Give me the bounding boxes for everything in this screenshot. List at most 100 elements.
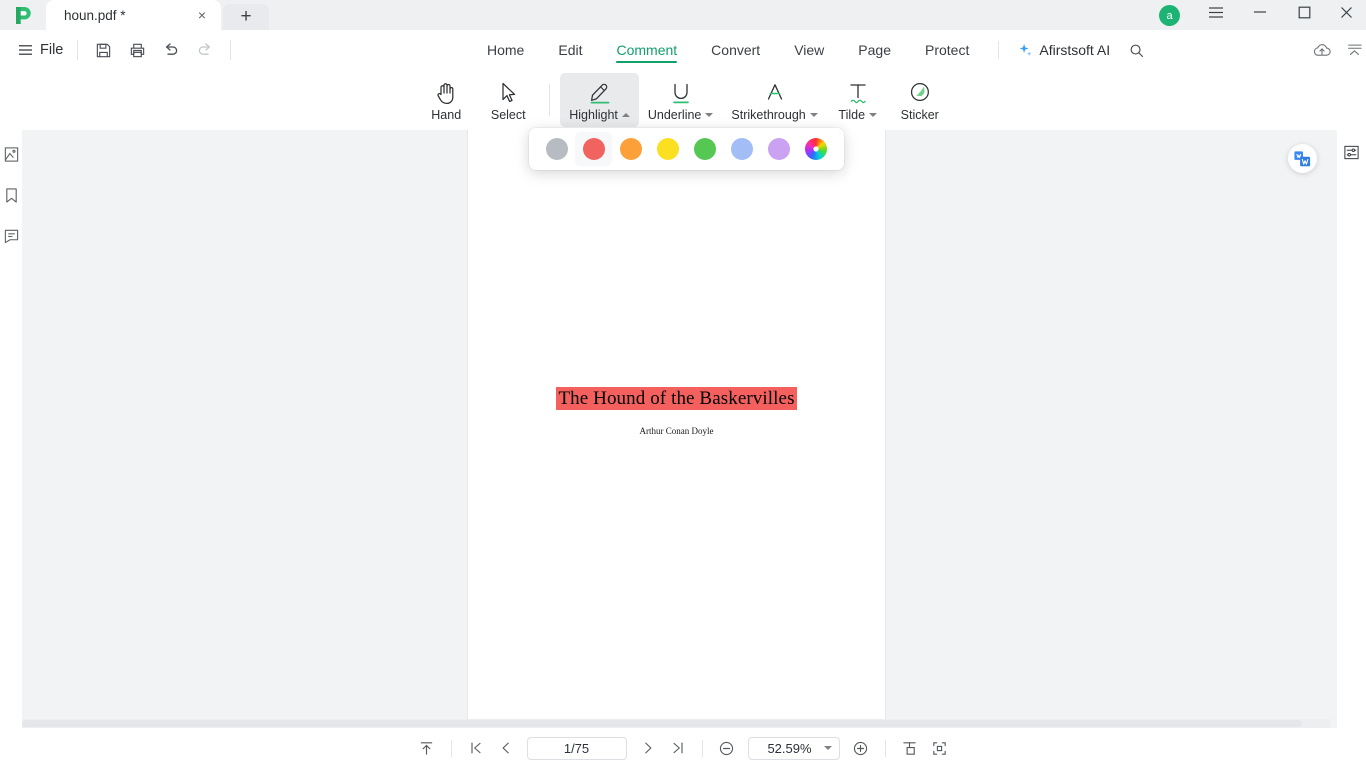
right-rail xyxy=(1337,130,1366,728)
horizontal-scrollbar-thumb[interactable] xyxy=(22,720,1302,727)
pdf-page-1[interactable]: The Hound of the Baskervilles Arthur Con… xyxy=(468,130,885,723)
underline-icon xyxy=(669,79,693,105)
ribbon-divider xyxy=(549,84,551,116)
scroll-to-top-icon[interactable] xyxy=(412,735,442,761)
tab-view[interactable]: View xyxy=(777,30,841,70)
swatch-fill xyxy=(545,138,568,160)
redo-icon[interactable] xyxy=(188,36,222,64)
zoom-in-icon[interactable] xyxy=(846,735,876,761)
file-menu-button[interactable]: File xyxy=(12,39,69,61)
tool-sticker[interactable]: Sticker xyxy=(889,73,951,127)
comment-ribbon: Hand Select Highlight Underline Striketh… xyxy=(0,70,1366,130)
tool-highlight[interactable]: Highlight xyxy=(560,73,639,127)
color-swatch-green[interactable] xyxy=(686,132,723,166)
search-icon[interactable] xyxy=(1120,30,1152,70)
swatch-fill xyxy=(730,138,753,160)
last-page-icon[interactable] xyxy=(663,735,693,761)
hand-icon xyxy=(435,79,457,105)
color-swatch-red[interactable] xyxy=(575,132,612,166)
afirstsoft-ai-button[interactable]: Afirstsoft AI xyxy=(1011,30,1116,70)
avatar[interactable]: a xyxy=(1159,5,1180,26)
color-swatch-orange[interactable] xyxy=(612,132,649,166)
tool-select[interactable]: Select xyxy=(477,73,539,127)
document-tab[interactable]: houn.pdf * × xyxy=(46,0,221,30)
tool-strikethrough-label: Strikethrough xyxy=(731,108,818,122)
tab-comment[interactable]: Comment xyxy=(599,30,694,70)
tool-tilde-label: Tilde xyxy=(838,108,878,122)
tool-strikethrough[interactable]: Strikethrough xyxy=(722,73,826,127)
color-swatch-yellow[interactable] xyxy=(649,132,686,166)
zoom-level-select[interactable]: 52.59% xyxy=(747,736,840,760)
document-title: The Hound of the Baskervilles xyxy=(468,387,885,410)
highlighter-icon xyxy=(587,79,613,105)
document-canvas[interactable]: The Hound of the Baskervilles Arthur Con… xyxy=(22,130,1337,728)
color-swatch-custom[interactable] xyxy=(797,132,834,166)
tilde-icon xyxy=(846,79,870,105)
document-title-text: The Hound of the Baskervilles xyxy=(556,387,797,410)
swatch-fill xyxy=(619,138,642,160)
app-logo-icon xyxy=(0,0,46,30)
tab-page[interactable]: Page xyxy=(841,30,908,70)
previous-page-icon[interactable] xyxy=(491,735,521,761)
chevron-down-icon[interactable] xyxy=(869,113,878,117)
pdf-editor-window: houn.pdf * × + a File Home Edit Comment … xyxy=(0,0,1366,768)
print-icon[interactable] xyxy=(120,36,154,64)
tab-convert[interactable]: Convert xyxy=(694,30,777,70)
convert-to-word-icon[interactable] xyxy=(1288,144,1317,173)
tab-edit[interactable]: Edit xyxy=(541,30,599,70)
minimize-icon[interactable] xyxy=(1238,0,1282,27)
undo-icon[interactable] xyxy=(154,36,188,64)
tool-hand-label: Hand xyxy=(431,108,462,122)
horizontal-scrollbar[interactable] xyxy=(22,719,1337,728)
tool-underline[interactable]: Underline xyxy=(639,73,723,127)
page-number-input[interactable]: 1/75 xyxy=(526,736,627,760)
hamburger-icon[interactable] xyxy=(1194,0,1238,27)
chevron-down-icon[interactable] xyxy=(823,746,832,750)
cloud-upload-icon[interactable] xyxy=(1302,36,1342,64)
color-swatch-gray[interactable] xyxy=(538,132,575,166)
maximize-icon[interactable] xyxy=(1282,0,1326,27)
swatch-fill xyxy=(693,138,716,160)
properties-panel-icon[interactable] xyxy=(1342,142,1362,162)
tool-tilde[interactable]: Tilde xyxy=(827,73,889,127)
status-bar: 1/75 52.59% xyxy=(0,728,1366,768)
vertical-scrollbar[interactable] xyxy=(1330,130,1337,728)
tab-home[interactable]: Home xyxy=(470,30,541,70)
next-page-icon[interactable] xyxy=(633,735,663,761)
tab-title: houn.pdf * xyxy=(64,7,126,23)
fit-width-icon[interactable] xyxy=(925,735,955,761)
chevron-up-icon[interactable] xyxy=(621,113,630,117)
new-tab-button[interactable]: + xyxy=(223,4,269,30)
close-icon[interactable]: × xyxy=(193,6,211,24)
tab-protect[interactable]: Protect xyxy=(908,30,986,70)
chevron-down-icon[interactable] xyxy=(705,113,714,117)
color-swatch-purple[interactable] xyxy=(760,132,797,166)
close-icon[interactable] xyxy=(1326,0,1366,27)
strikethrough-icon xyxy=(763,79,787,105)
collapse-ribbon-icon[interactable] xyxy=(1342,36,1366,64)
menubar-right-actions xyxy=(1302,30,1366,70)
status-divider-1 xyxy=(450,739,452,757)
tool-underline-label: Underline xyxy=(648,108,714,122)
chevron-down-icon[interactable] xyxy=(809,113,818,117)
tool-hand[interactable]: Hand xyxy=(415,73,477,127)
sidebar-item-comments[interactable] xyxy=(1,226,21,246)
highlight-color-popup xyxy=(529,128,844,170)
zoom-level-value: 52.59% xyxy=(767,740,812,756)
hamburger-icon xyxy=(19,45,32,55)
sidebar-item-bookmarks[interactable] xyxy=(1,185,21,205)
menu-tab-divider xyxy=(998,41,1000,59)
first-page-icon[interactable] xyxy=(461,735,491,761)
menu-bar: File Home Edit Comment Convert View Page… xyxy=(0,30,1366,70)
save-as-icon[interactable] xyxy=(86,36,120,64)
fit-page-icon[interactable] xyxy=(895,735,925,761)
tool-select-label: Select xyxy=(490,108,526,122)
status-divider-3 xyxy=(884,739,886,757)
color-swatch-blue[interactable] xyxy=(723,132,760,166)
status-divider-2 xyxy=(701,739,703,757)
cursor-icon xyxy=(498,79,518,105)
sidebar-item-thumbnails[interactable] xyxy=(1,144,21,164)
zoom-out-icon[interactable] xyxy=(712,735,742,761)
sparkle-icon xyxy=(1019,44,1032,56)
sticker-icon xyxy=(908,79,932,105)
